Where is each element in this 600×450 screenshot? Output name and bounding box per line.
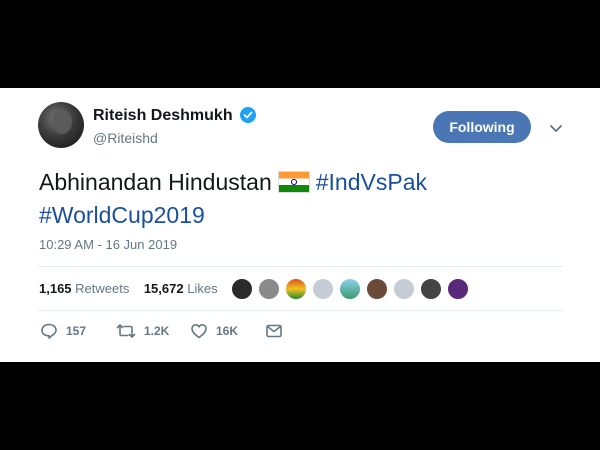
retweet-button[interactable]: 1.2K bbox=[116, 322, 169, 340]
divider bbox=[38, 266, 563, 267]
following-button[interactable]: Following bbox=[433, 111, 531, 143]
retweet-icon bbox=[116, 324, 136, 338]
tweet-text: Abhinandan Hindustan #IndVsPak #WorldCup2… bbox=[39, 166, 579, 232]
tweet-text-plain: Abhinandan Hindustan bbox=[39, 169, 272, 195]
likes-label[interactable]: Likes bbox=[187, 281, 217, 296]
author-handle[interactable]: @Riteishd bbox=[93, 130, 158, 146]
liker-avatar[interactable] bbox=[312, 278, 334, 300]
liker-avatar[interactable] bbox=[420, 278, 442, 300]
retweets-label[interactable]: Retweets bbox=[75, 281, 129, 296]
liker-avatar[interactable] bbox=[447, 278, 469, 300]
author-name[interactable]: Riteish Deshmukh bbox=[93, 107, 233, 125]
reply-button[interactable]: 157 bbox=[40, 322, 86, 340]
tweet-stats: 1,165 Retweets 15,672 Likes bbox=[39, 281, 218, 296]
liker-avatar[interactable] bbox=[258, 278, 280, 300]
reply-count: 157 bbox=[66, 324, 87, 338]
divider bbox=[38, 310, 563, 311]
chevron-down-icon[interactable] bbox=[549, 121, 563, 139]
liker-avatar[interactable] bbox=[285, 278, 307, 300]
retweets-count[interactable]: 1,165 bbox=[39, 281, 72, 296]
heart-icon bbox=[191, 324, 207, 339]
liker-avatar[interactable] bbox=[231, 278, 253, 300]
author-avatar[interactable] bbox=[38, 102, 84, 148]
direct-message-button[interactable] bbox=[265, 322, 283, 340]
like-count: 16K bbox=[216, 324, 239, 338]
hashtag-link[interactable]: #IndVsPak bbox=[316, 169, 427, 195]
hashtag-link[interactable]: #WorldCup2019 bbox=[39, 202, 205, 228]
liker-avatar[interactable] bbox=[366, 278, 388, 300]
retweet-count: 1.2K bbox=[144, 324, 170, 338]
likes-count[interactable]: 15,672 bbox=[144, 281, 184, 296]
like-button[interactable]: 16K bbox=[190, 322, 238, 340]
verified-badge-icon bbox=[240, 107, 256, 123]
envelope-icon bbox=[266, 324, 282, 338]
reply-icon bbox=[41, 323, 57, 339]
liker-avatar[interactable] bbox=[339, 278, 361, 300]
liker-avatar[interactable] bbox=[393, 278, 415, 300]
india-flag-icon bbox=[277, 171, 310, 193]
tweet-timestamp[interactable]: 10:29 AM - 16 Jun 2019 bbox=[39, 237, 177, 252]
